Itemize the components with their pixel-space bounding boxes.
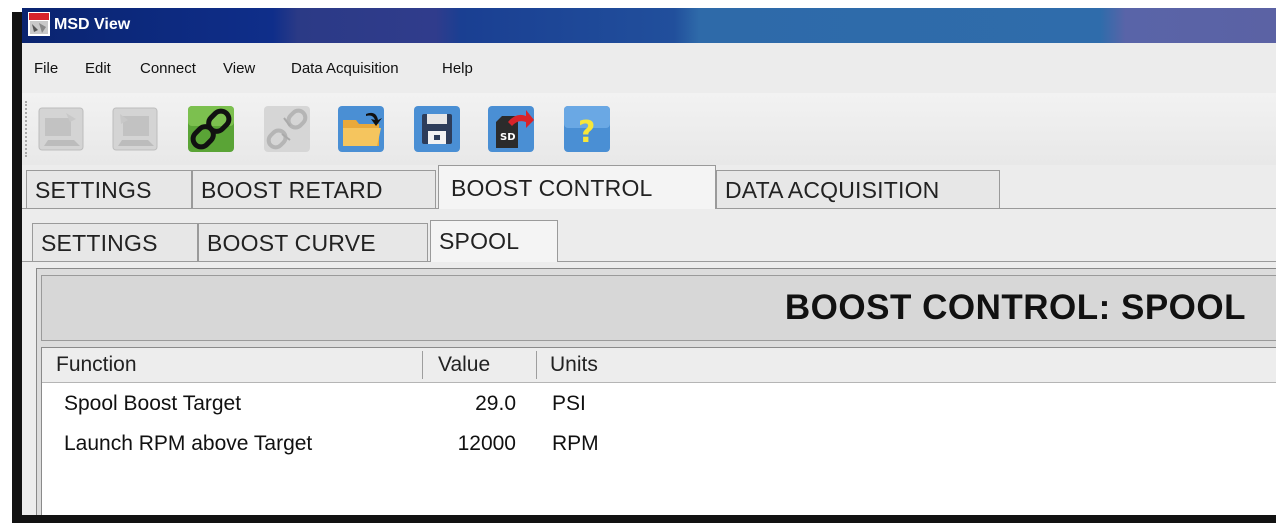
menu-data-acquisition[interactable]: Data Acquisition xyxy=(291,60,399,77)
connect-chain-icon[interactable] xyxy=(184,101,238,157)
spool-settings-table: Function Value Units Spool Boost Target … xyxy=(41,347,1276,515)
open-folder-icon[interactable] xyxy=(334,101,388,157)
column-header-units[interactable]: Units xyxy=(550,353,598,377)
menu-edit[interactable]: Edit xyxy=(85,60,111,77)
download-disabled-icon[interactable] xyxy=(108,101,162,157)
msd-app-icon xyxy=(28,12,50,36)
column-header-function[interactable]: Function xyxy=(56,353,137,377)
tab-boost-control[interactable]: BOOST CONTROL xyxy=(438,165,716,209)
column-header-value[interactable]: Value xyxy=(438,353,490,377)
app-window: MSD View File Edit Connect View Data Acq… xyxy=(22,8,1276,515)
help-icon[interactable]: ? xyxy=(560,101,614,157)
frame-bottom-edge xyxy=(12,515,1276,523)
menu-view[interactable]: View xyxy=(223,60,255,77)
save-floppy-icon[interactable] xyxy=(410,101,464,157)
menu-connect[interactable]: Connect xyxy=(140,60,196,77)
panel-header: BOOST CONTROL: SPOOL xyxy=(41,275,1276,341)
toolbar-grip-handle[interactable] xyxy=(25,101,30,157)
table-header: Function Value Units xyxy=(42,348,1276,383)
tab-data-acquisition[interactable]: DATA ACQUISITION xyxy=(716,170,1000,208)
menu-help[interactable]: Help xyxy=(442,60,473,77)
tab-boost-retard[interactable]: BOOST RETARD xyxy=(192,170,436,208)
row-function: Spool Boost Target xyxy=(64,392,242,415)
tab-settings[interactable]: SETTINGS xyxy=(26,170,192,208)
disconnect-disabled-icon[interactable] xyxy=(260,101,314,157)
subtab-spool[interactable]: SPOOL xyxy=(430,220,558,262)
row-value[interactable]: 12000 xyxy=(458,432,516,456)
row-function: Launch RPM above Target xyxy=(64,432,313,455)
spool-panel: BOOST CONTROL: SPOOL Function Value Unit… xyxy=(36,268,1276,515)
window-title: MSD View xyxy=(54,16,131,33)
frame-top-margin xyxy=(0,0,1276,8)
panel-title: BOOST CONTROL: SPOOL xyxy=(784,288,1246,327)
column-divider[interactable] xyxy=(422,351,423,379)
row-units: PSI xyxy=(552,392,586,415)
column-divider[interactable] xyxy=(536,351,537,379)
svg-text:?: ? xyxy=(578,115,595,150)
menu-file[interactable]: File xyxy=(34,60,58,77)
svg-text:SD: SD xyxy=(500,132,516,143)
title-bar[interactable]: MSD View xyxy=(22,8,1276,43)
toolbar: SD ? xyxy=(22,93,1276,165)
menu-bar: File Edit Connect View Data Acquisition … xyxy=(22,43,1276,94)
row-units: RPM xyxy=(552,432,599,455)
frame-left-margin xyxy=(0,0,22,523)
upload-disabled-icon[interactable] xyxy=(34,101,88,157)
subtab-settings[interactable]: SETTINGS xyxy=(32,223,198,261)
subtab-boost-curve[interactable]: BOOST CURVE xyxy=(198,223,428,261)
sd-card-export-icon[interactable]: SD xyxy=(484,101,538,157)
row-value[interactable]: 29.0 xyxy=(475,392,516,416)
